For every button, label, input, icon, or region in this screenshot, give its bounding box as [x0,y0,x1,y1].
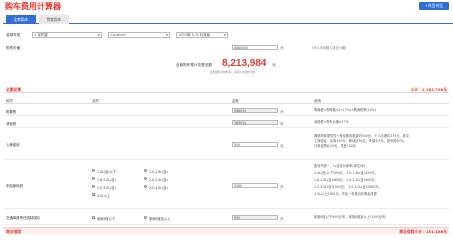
vehicle-tax-input[interactable]: 5280 [232,183,278,188]
compulsory-insurance-label: 交通事故责任强制保险 [6,216,40,220]
option-label: 1.0-1.6L(含) [149,169,168,174]
radio-3-0-4-0l[interactable] [144,185,147,188]
series-select[interactable]: Cayenne ▼ [108,32,170,38]
total-label: 全款购车预计花费总额 [176,63,212,67]
vehicle-tax-unit: 元 [280,184,284,189]
purchase-tax-unit: 元 [280,109,284,114]
header-desc: 说明 [314,99,321,103]
price-unit: 元 [280,46,284,50]
price-note: (可以手动输入成交价格) [312,46,347,50]
consumption-tax-amount: 588034 [232,120,278,125]
consumption-tax-unit: 元 [280,121,284,126]
chevron-down-icon: ▼ [223,33,226,37]
option-label: 3.0-4.0L(含) [149,185,168,190]
total-note: 此结果仅供参考，实际以当地为准 [210,70,256,74]
brand-select[interactable]: L 保时捷 ▼ [32,32,102,38]
select-model-label: 选择车型 [6,33,21,37]
compare-models-button[interactable]: +车型对比 [419,2,449,10]
price-input[interactable]: 8880000 [232,45,278,50]
brand-select-value: L 保时捷 [34,33,48,37]
commercial-insurance-title: 商业保险 [6,229,22,234]
required-costs-title: 必要花费 [6,87,22,92]
option-label: 4.0L以上 [97,193,111,198]
series-select-value: Cayenne [110,33,126,37]
price-label: 购车价格 [6,46,21,50]
model-select-value: 2013款 6.7L 标准版 [178,33,211,37]
vehicle-tax-desc-line-1: 各省不统一，以北京为参考(单位/年)： [314,164,369,168]
radio-4-0l-above[interactable] [92,193,95,196]
radio-2-0-2-5l[interactable] [144,177,147,180]
purchase-tax-desc: 购置税=购车款/(1+17%)×购置税率(10%) [314,108,377,112]
consumption-tax-label: 消费税 [6,122,17,126]
radio-1-0-1-6l[interactable] [144,169,147,172]
option-label: 2.0-2.5L(含) [149,177,168,182]
table-row: 消费税 588034 元 消费税=购车价格×17% [4,118,449,128]
price-row: 购车价格 8880000 元 (可以手动输入成交价格) [4,44,449,52]
radio-1-0l-below[interactable] [92,169,95,172]
commercial-insurance-header: 商业保险 商业保险小计：151,186元 [4,227,449,234]
total-unit: 元 [272,63,276,67]
required-costs-subtotal: 小计：1,183,798元 [410,87,447,92]
model-select[interactable]: 2013款 6.7L 标准版 ▼ [176,32,228,38]
license-fee-unit: 元 [280,143,284,148]
license-fee-desc-line-3: 行驶证照片20元，托盘150元 [314,144,357,148]
option-label: 1.0L(含)以下 [97,169,116,174]
option-label: 2.5-3.0L(含) [97,185,116,190]
license-fee-input[interactable]: 500 [232,142,278,147]
purchase-tax-label: 购置税 [6,110,17,114]
option-label: 家用6座及以上 [149,216,171,221]
tab-loan-payment[interactable]: 贷款购车 [39,15,69,24]
vehicle-tax-desc-line-2: 1.0L(含)以下300元； 1.0-1.6L(含)420元； [314,171,378,175]
tab-full-payment[interactable]: 全款购车 [6,15,36,24]
consumption-tax-desc: 消费税=购车价格×17% [314,120,349,124]
table-row: 交通事故责任强制保险 家用6座以下 家用6座及以上 950 元 家用6座以下95… [4,211,449,225]
vehicle-tax-desc-line-5: 4.0L以上5280元；不足一年按当年剩余月算 [314,192,377,196]
radio-under-6-seats[interactable] [92,216,95,219]
purchase-mode-tabs: 全款购车 贷款购车 [3,15,453,24]
header-amount: 金额 [232,99,239,103]
radio-6-seats-above[interactable] [144,216,147,219]
vehicle-tax-label: 车船使用税 [6,184,23,188]
compulsory-insurance-amount: 950 [232,215,278,220]
header-option: 选项 [92,99,99,103]
title-bar: 购车费用计算器 +车型对比 [0,0,453,12]
option-label: 1.6-2.0L(含) [97,177,116,182]
license-fee-label: 上牌费用 [6,143,20,147]
required-costs-header: 必要花费 小计：1,183,798元 [4,87,449,93]
table-row: 车船使用税 1.0L(含)以下 1.0-1.6L(含) 1.6-2.0L(含) … [4,162,449,209]
table-header: 款项 选项 金额 说明 [4,98,449,104]
radio-2-5-3-0l[interactable] [92,185,95,188]
compulsory-insurance-desc: 家用6座以下950元/年，家用6座及以上1100元/年 [314,215,386,219]
car-cost-calculator: 购车费用计算器 +车型对比 全款购车 贷款购车 选择车型 L 保时捷 ▼ Cay… [0,0,453,240]
table-row: 上牌费用 500 元 通常商家提供的一条龙服务收费约500元，个人办理约373元… [4,130,449,160]
model-select-row: 选择车型 L 保时捷 ▼ Cayenne ▼ 2013款 6.7L 标准版 ▼ [4,30,449,40]
table-row: 购置税 588034 元 购置税=购车款/(1+17%)×购置税率(10%) [4,106,449,116]
radio-1-6-2-0l[interactable] [92,177,95,180]
total-value: 8,213,984 [222,58,267,69]
chevron-down-icon: ▼ [97,33,100,37]
vehicle-tax-desc-line-3: 1.6-2.0L(含)480元； 2.0-2.5L(含)900元； [314,178,378,182]
page-title: 购车费用计算器 [5,2,61,11]
total-row: 全款购车预计花费总额 8,213,984 元 此结果仅供参考，实际以当地为准 [4,55,449,77]
vehicle-tax-desc-line-4: 2.5-3.0L(含)1920元； 3.0-4.0L(含)3480元； [314,185,382,189]
purchase-tax-amount: 588034 [232,108,278,113]
compulsory-insurance-unit: 元 [280,216,284,221]
chevron-down-icon: ▼ [165,33,168,37]
header-item: 款项 [6,99,13,103]
option-label: 家用6座以下 [97,216,115,221]
commercial-insurance-subtotal: 商业保险小计：151,186元 [399,229,447,234]
